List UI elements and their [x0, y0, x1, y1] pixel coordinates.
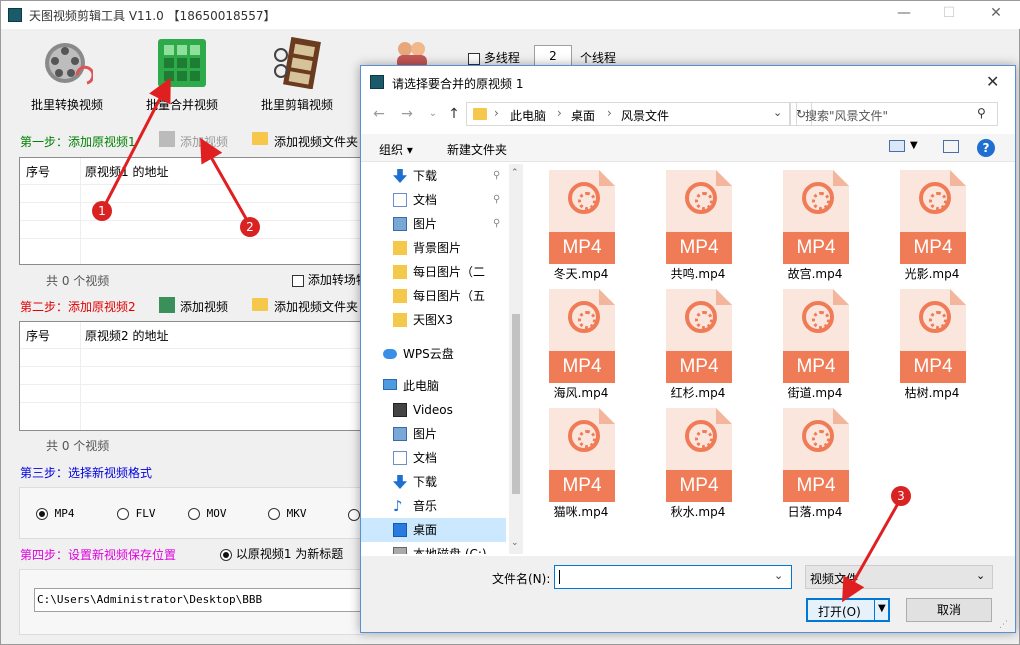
annotation-arrow-3 — [842, 499, 902, 603]
annotation-marker-2: 2 — [240, 217, 260, 237]
annotation-arrow-1 — [103, 77, 171, 206]
annotation-arrow-2 — [200, 137, 250, 223]
annotation-marker-3: 3 — [891, 486, 911, 506]
annotation-marker-1: 1 — [92, 201, 112, 221]
annotation-overlay — [103, 77, 902, 603]
